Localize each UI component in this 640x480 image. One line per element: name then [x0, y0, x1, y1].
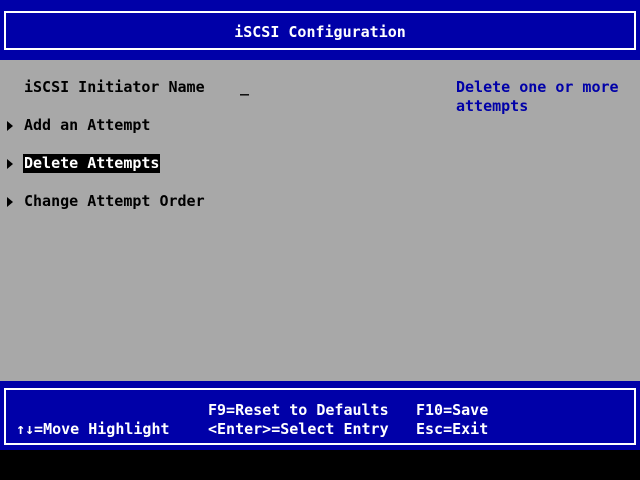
arrow-right-icon	[7, 121, 13, 131]
initiator-name-label: iSCSI Initiator Name	[24, 78, 205, 96]
initiator-name-row[interactable]: iSCSI Initiator Name _	[0, 78, 249, 97]
hint-reset-defaults: F9=Reset to Defaults	[208, 401, 389, 419]
footer-frame: ↑↓=Move Highlight F9=Reset to Defaults <…	[4, 388, 636, 445]
menu-item-label: Change Attempt Order	[24, 192, 205, 210]
arrow-right-icon	[7, 197, 13, 207]
hint-save: F10=Save	[416, 401, 489, 419]
main-panel: iSCSI Initiator Name _ Add an Attempt De…	[0, 60, 640, 381]
menu-item-label: Add an Attempt	[24, 116, 151, 134]
menu-item-change-attempt-order[interactable]: Change Attempt Order	[0, 192, 205, 211]
initiator-name-input[interactable]: _	[240, 78, 249, 97]
title-bar: iSCSI Configuration	[0, 0, 640, 60]
title-frame: iSCSI Configuration	[4, 11, 636, 50]
hint-move-highlight: ↑↓=Move Highlight	[16, 420, 170, 438]
help-text: Delete one or more attempts	[456, 78, 619, 115]
menu-item-delete-attempts[interactable]: Delete Attempts	[0, 154, 161, 173]
page-title: iSCSI Configuration	[234, 23, 406, 41]
screen-bottom	[0, 450, 640, 480]
menu-item-label: Delete Attempts	[23, 154, 161, 173]
hint-exit: Esc=Exit	[416, 420, 489, 438]
hint-select-entry: <Enter>=Select Entry	[208, 420, 389, 438]
footer-bar: ↑↓=Move Highlight F9=Reset to Defaults <…	[0, 381, 640, 450]
arrow-right-icon	[7, 159, 13, 169]
menu-item-add-attempt[interactable]: Add an Attempt	[0, 116, 150, 135]
